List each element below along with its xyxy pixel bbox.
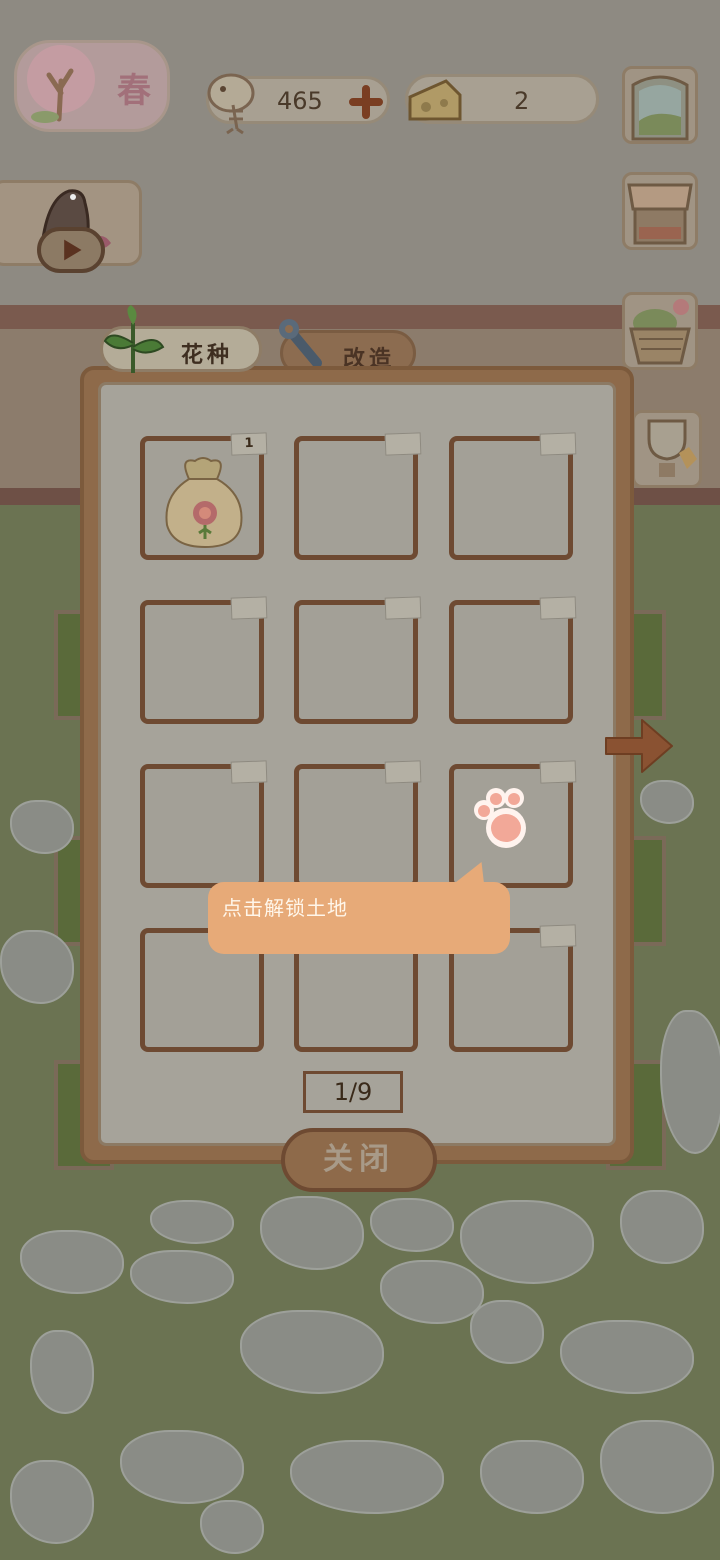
play-icon — [64, 239, 82, 261]
fish-count: 465 — [277, 87, 323, 115]
tab-seeds-label: 花种 — [181, 343, 234, 368]
cheese-currency: 2 — [405, 74, 599, 124]
shop-button[interactable] — [622, 172, 698, 250]
slot-count-tag — [384, 432, 422, 456]
shop-icon — [627, 183, 693, 245]
slot-count-tag — [539, 924, 577, 948]
basket-button[interactable] — [622, 292, 698, 370]
season-badge[interactable]: 春 — [14, 40, 170, 132]
fish-currency: 465 — [206, 73, 390, 135]
wrench-icon — [279, 319, 322, 368]
seed-slot[interactable] — [449, 432, 577, 560]
seed-slot[interactable] — [294, 432, 422, 560]
seed-slot[interactable] — [294, 596, 422, 724]
slot-count-tag — [230, 760, 268, 784]
tree-icon — [27, 45, 95, 123]
seed-slot[interactable] — [140, 760, 268, 888]
cheese-count: 2 — [514, 87, 530, 115]
window-icon — [631, 75, 689, 141]
play-button[interactable] — [37, 227, 105, 273]
close-button[interactable]: 关闭 — [281, 1128, 437, 1192]
seed-slot[interactable] — [449, 596, 577, 724]
fish-bone-icon — [207, 73, 255, 135]
tab-seeds[interactable]: 花种 — [100, 305, 262, 373]
window-button[interactable] — [622, 66, 698, 144]
cheese-icon — [408, 79, 462, 121]
basket-icon — [629, 299, 691, 365]
slot-count-tag — [384, 596, 422, 620]
arrow-right-icon[interactable] — [602, 714, 676, 778]
slot-count-tag — [539, 760, 577, 784]
tooltip-text: 点击解锁土地 — [222, 896, 348, 920]
seed-bag-icon — [165, 457, 243, 549]
page-indicator: 1/9 — [303, 1071, 403, 1113]
slot-count-tag — [539, 432, 577, 456]
paw-icon — [474, 788, 526, 848]
trophy-icon — [647, 419, 697, 477]
slot-count-tag — [384, 760, 422, 784]
slot-count-tag — [539, 596, 577, 620]
trophy-button[interactable] — [632, 410, 702, 488]
seed-slot[interactable]: 1 — [140, 432, 268, 560]
video-reward-button[interactable] — [0, 180, 142, 273]
season-label: 春 — [117, 71, 151, 111]
tutorial-tooltip: 点击解锁土地 — [208, 882, 510, 954]
plus-icon[interactable] — [349, 85, 383, 119]
sprout-icon — [103, 305, 165, 373]
seed-slot[interactable] — [294, 760, 422, 888]
seed-slot[interactable] — [140, 596, 268, 724]
slot-count-tag — [230, 596, 268, 620]
